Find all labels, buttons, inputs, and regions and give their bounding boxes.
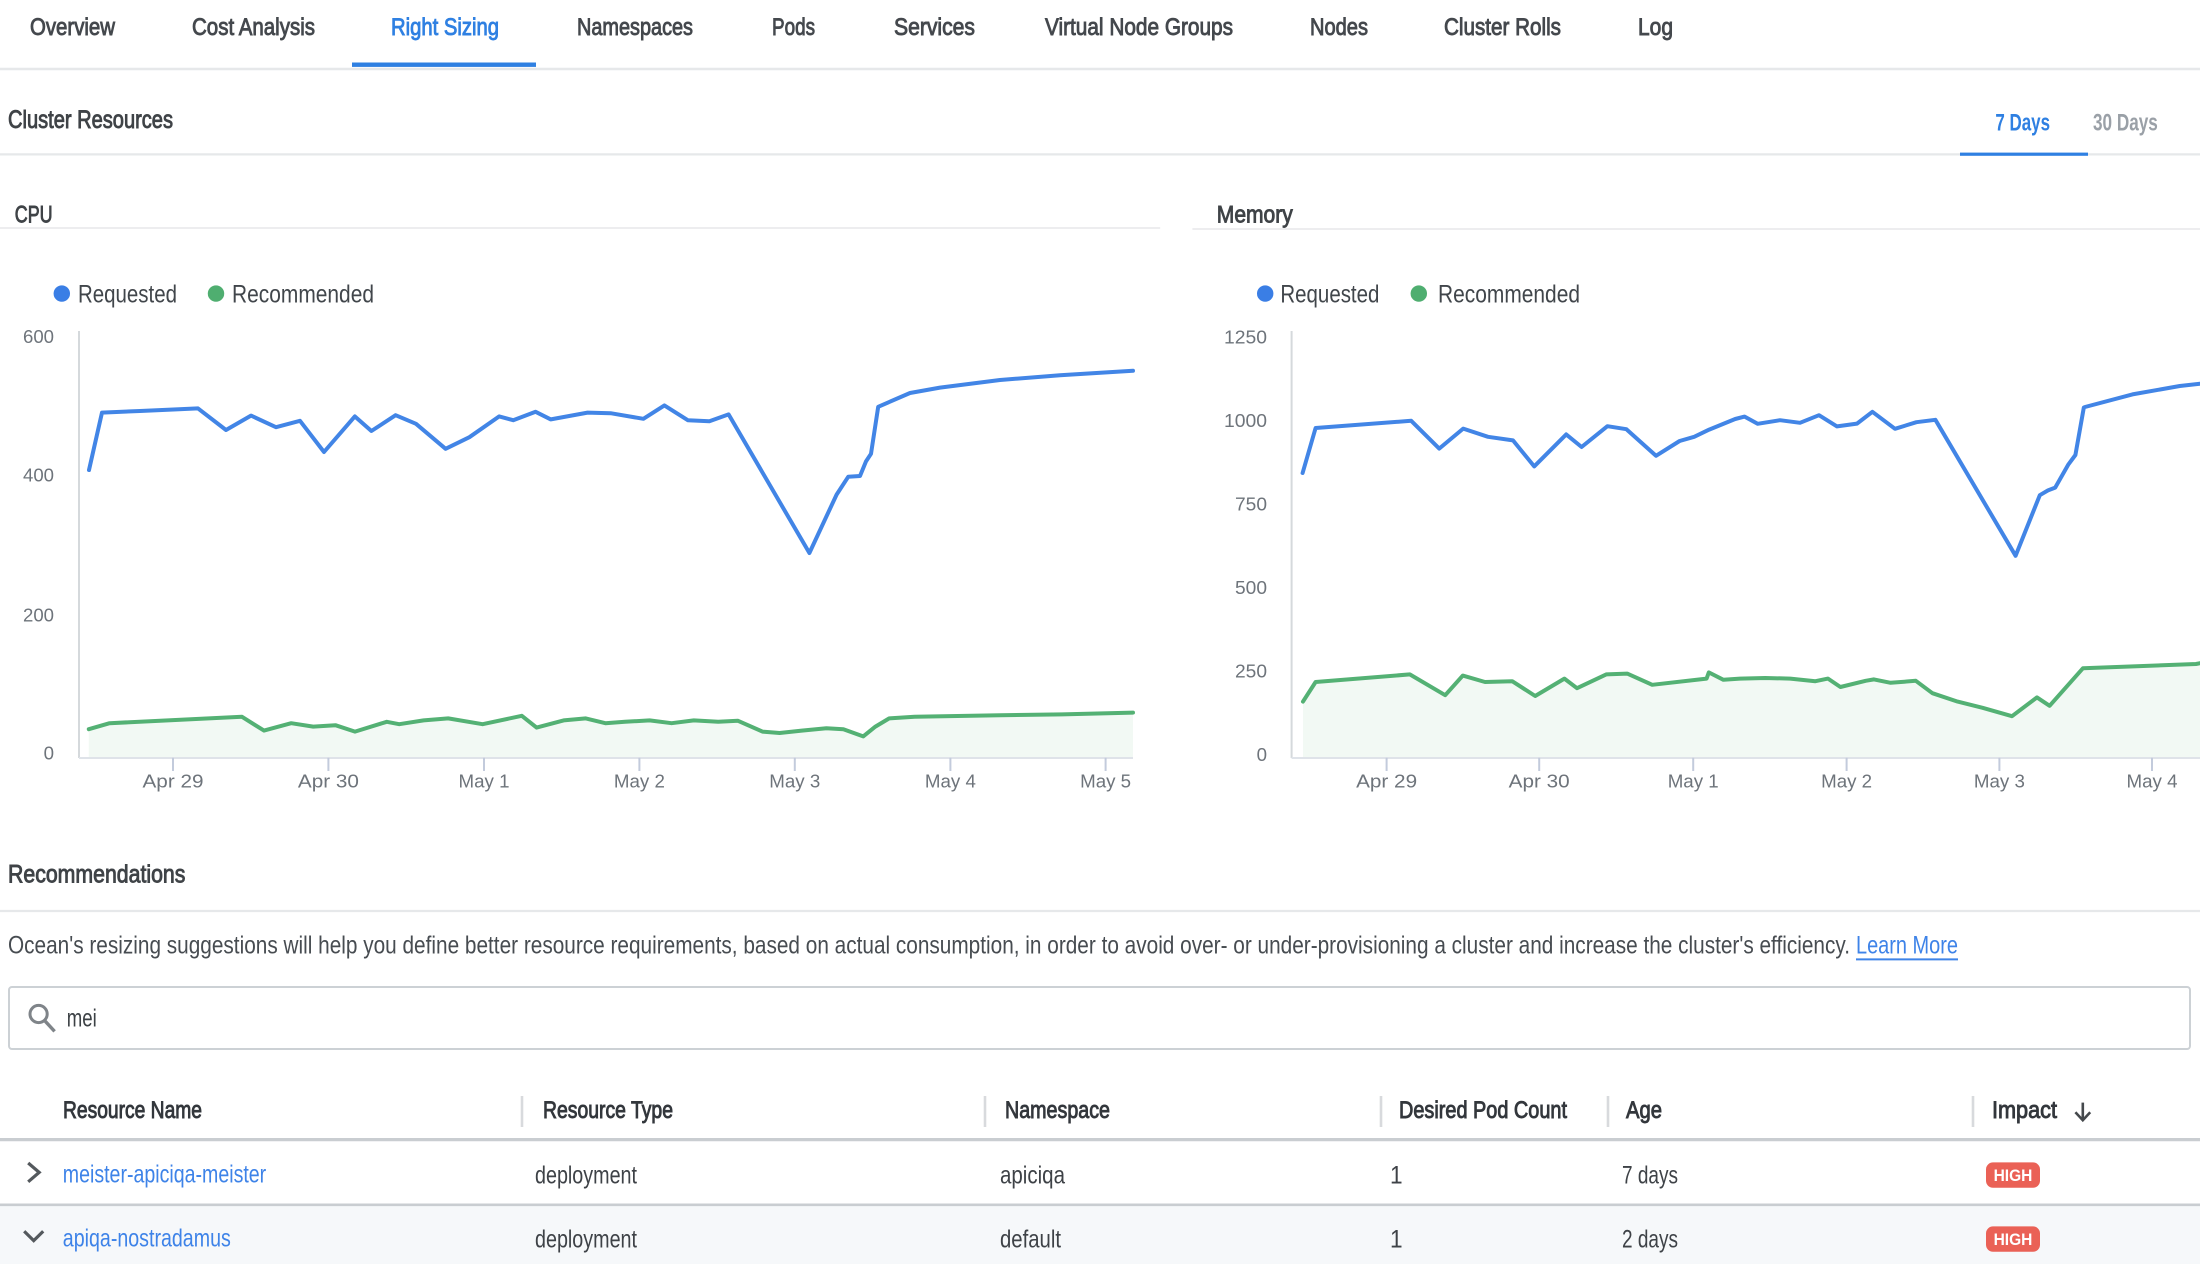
svg-text:apiciqa: apiciqa [1000,1163,1065,1190]
svg-text:May 4: May 4 [925,771,976,792]
svg-text:750: 750 [1235,494,1267,515]
svg-text:Recommended: Recommended [1438,281,1580,308]
svg-text:Apr 30: Apr 30 [1509,771,1570,792]
svg-text:200: 200 [23,605,54,626]
svg-text:May 5: May 5 [1080,771,1131,792]
svg-text:meister-apiciqa-meister: meister-apiciqa-meister [63,1162,266,1189]
svg-text:250: 250 [1235,661,1267,682]
svg-text:Services: Services [894,14,975,41]
svg-text:default: default [1000,1227,1061,1254]
svg-text:Namespaces: Namespaces [577,14,693,41]
svg-text:Resource Type: Resource Type [543,1097,673,1124]
svg-text:Learn More: Learn More [1856,933,1958,960]
svg-text:30 Days: 30 Days [2093,110,2158,137]
svg-text:Overview: Overview [30,14,115,41]
svg-text:May 3: May 3 [769,771,820,792]
svg-text:7 days: 7 days [1622,1163,1678,1190]
svg-text:1000: 1000 [1224,410,1267,431]
svg-text:CPU: CPU [15,202,53,229]
svg-text:Cluster Rolls: Cluster Rolls [1444,14,1561,41]
svg-text:apiqa-nostradamus: apiqa-nostradamus [63,1226,231,1253]
svg-text:1250: 1250 [1224,327,1267,348]
svg-text:Virtual Node Groups: Virtual Node Groups [1045,14,1233,41]
svg-text:Pods: Pods [772,14,815,41]
svg-text:Apr 29: Apr 29 [143,771,204,792]
svg-text:Apr 29: Apr 29 [1356,771,1417,792]
svg-text:Desired Pod Count: Desired Pod Count [1399,1097,1567,1124]
svg-text:2 days: 2 days [1622,1227,1678,1254]
svg-text:Age: Age [1626,1097,1662,1124]
svg-text:1: 1 [1390,1227,1403,1254]
svg-text:400: 400 [23,465,54,486]
svg-text:HIGH: HIGH [1994,1230,2033,1249]
svg-text:May 2: May 2 [614,771,665,792]
svg-text:Cluster Resources: Cluster Resources [8,107,173,134]
svg-text:Memory: Memory [1217,202,1294,229]
svg-text:May 3: May 3 [1974,771,2025,792]
svg-text:Nodes: Nodes [1310,14,1368,41]
svg-text:1: 1 [1390,1163,1403,1190]
svg-text:mei: mei [67,1006,97,1033]
svg-text:Right Sizing: Right Sizing [391,14,499,41]
svg-text:Requested: Requested [78,281,177,308]
svg-text:0: 0 [44,743,54,764]
svg-text:Requested: Requested [1280,281,1379,308]
svg-text:May 4: May 4 [2127,771,2178,792]
svg-text:May 2: May 2 [1821,771,1872,792]
svg-text:Recommended: Recommended [232,281,374,308]
svg-text:Resource Name: Resource Name [63,1097,202,1124]
svg-text:500: 500 [1235,577,1267,598]
svg-text:May 1: May 1 [459,771,510,792]
svg-text:0: 0 [1257,744,1267,765]
svg-text:HIGH: HIGH [1994,1166,2033,1185]
svg-text:Cost Analysis: Cost Analysis [192,14,315,41]
svg-text:Namespace: Namespace [1005,1097,1110,1124]
svg-text:deployment: deployment [535,1163,637,1190]
svg-text:May 1: May 1 [1668,771,1719,792]
svg-text:Recommendations: Recommendations [8,862,185,889]
svg-text:7 Days: 7 Days [1995,110,2050,137]
svg-text:Ocean's resizing suggestions w: Ocean's resizing suggestions will help y… [8,933,1850,960]
svg-text:Impact: Impact [1992,1097,2057,1124]
svg-text:Apr 30: Apr 30 [298,771,359,792]
svg-text:600: 600 [23,326,54,347]
svg-text:Log: Log [1638,14,1673,41]
svg-text:deployment: deployment [535,1227,637,1254]
